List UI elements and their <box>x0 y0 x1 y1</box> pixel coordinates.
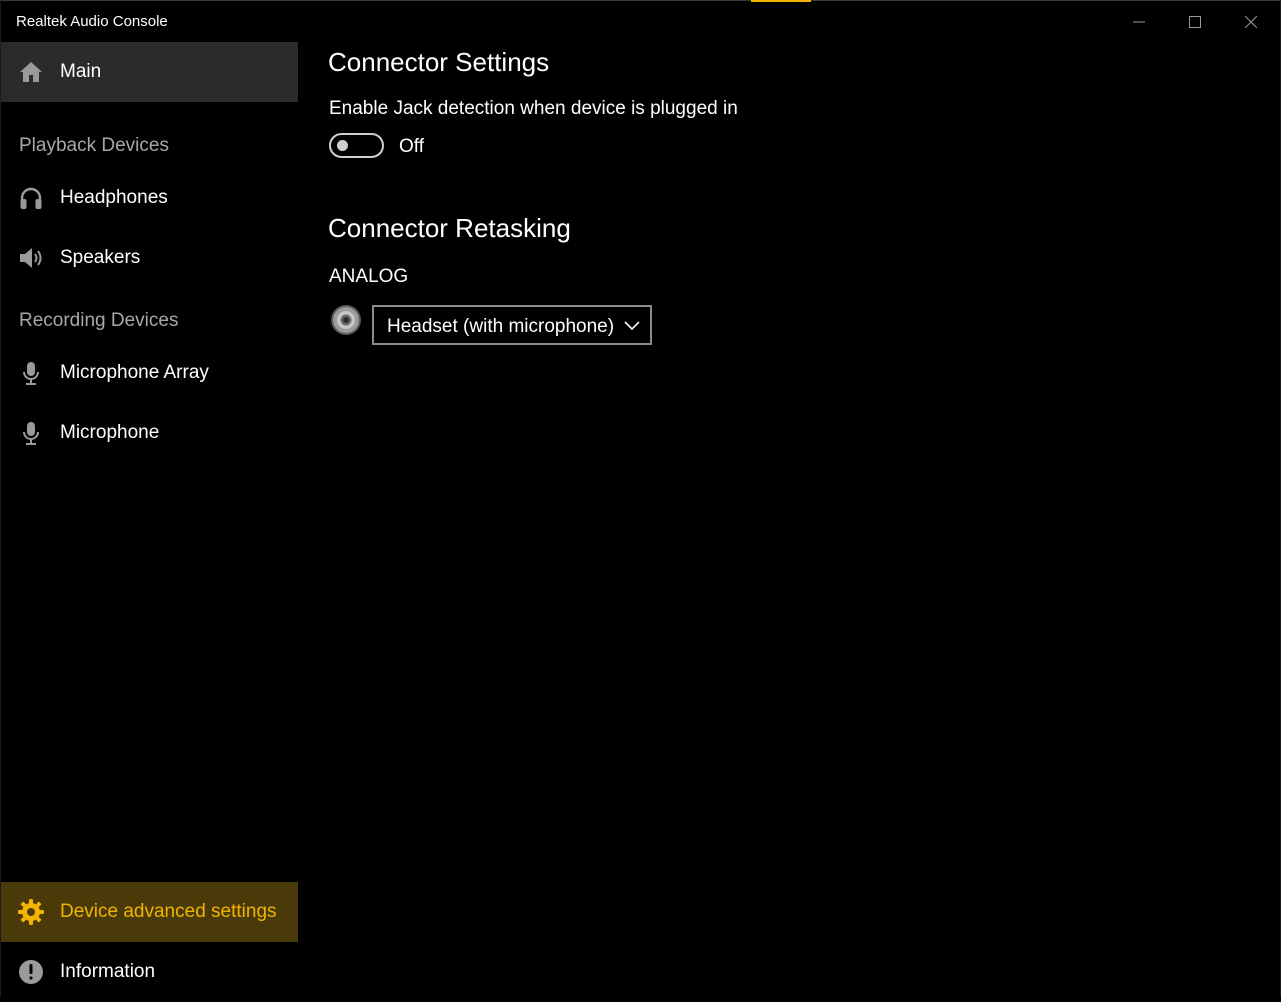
sidebar-item-label: Main <box>60 61 102 82</box>
maximize-icon <box>1189 15 1201 28</box>
gear-icon <box>18 899 44 925</box>
sidebar-item-label: Microphone <box>60 422 160 443</box>
audio-jack-icon <box>330 304 362 336</box>
content-panel: Connector Settings Enable Jack detection… <box>298 42 1281 998</box>
microphone-icon <box>18 420 44 446</box>
sidebar: Main Playback Devices Headphones Speaker… <box>1 42 298 998</box>
jack-detection-label: Enable Jack detection when device is plu… <box>329 98 738 119</box>
sidebar-item-label: Microphone Array <box>60 362 209 383</box>
playback-devices-header: Playback Devices <box>19 135 169 156</box>
window-title: Realtek Audio Console <box>16 13 168 30</box>
sidebar-item-label: Device advanced settings <box>60 901 277 922</box>
speaker-icon <box>18 245 44 271</box>
retasking-dropdown[interactable]: Headset (with microphone) <box>372 305 652 345</box>
sidebar-item-label: Information <box>60 961 156 982</box>
headphones-icon <box>18 185 44 211</box>
sidebar-item-main[interactable]: Main <box>1 42 298 102</box>
connector-settings-title: Connector Settings <box>328 47 550 77</box>
dropdown-selected-value: Headset (with microphone) <box>387 316 615 337</box>
toggle-state-label: Off <box>399 136 424 157</box>
sidebar-item-label: Speakers <box>60 247 141 268</box>
sidebar-item-headphones[interactable]: Headphones <box>1 168 298 228</box>
connector-retasking-title: Connector Retasking <box>328 213 571 243</box>
info-icon <box>18 959 44 985</box>
jack-detection-toggle[interactable] <box>329 133 384 158</box>
sidebar-item-speakers[interactable]: Speakers <box>1 228 298 288</box>
microphone-icon <box>18 360 44 386</box>
app-window: Realtek Audio Console Main Playback Devi… <box>0 0 1281 997</box>
sidebar-item-device-advanced-settings[interactable]: Device advanced settings <box>1 882 298 942</box>
sidebar-item-information[interactable]: Information <box>1 942 298 1002</box>
sidebar-item-label: Headphones <box>60 187 168 208</box>
chevron-down-icon <box>624 321 640 331</box>
analog-group-label: ANALOG <box>329 266 409 287</box>
toggle-knob <box>337 140 348 151</box>
close-icon <box>1245 15 1257 28</box>
maximize-button[interactable] <box>1167 1 1223 42</box>
home-icon <box>18 59 44 85</box>
sidebar-item-microphone-array[interactable]: Microphone Array <box>1 343 298 403</box>
sidebar-item-microphone[interactable]: Microphone <box>1 403 298 463</box>
minimize-icon <box>1133 21 1145 22</box>
title-bar: Realtek Audio Console <box>1 0 1280 42</box>
close-button[interactable] <box>1223 1 1279 42</box>
minimize-button[interactable] <box>1111 1 1167 42</box>
accent-line <box>751 0 811 2</box>
recording-devices-header: Recording Devices <box>19 310 179 331</box>
